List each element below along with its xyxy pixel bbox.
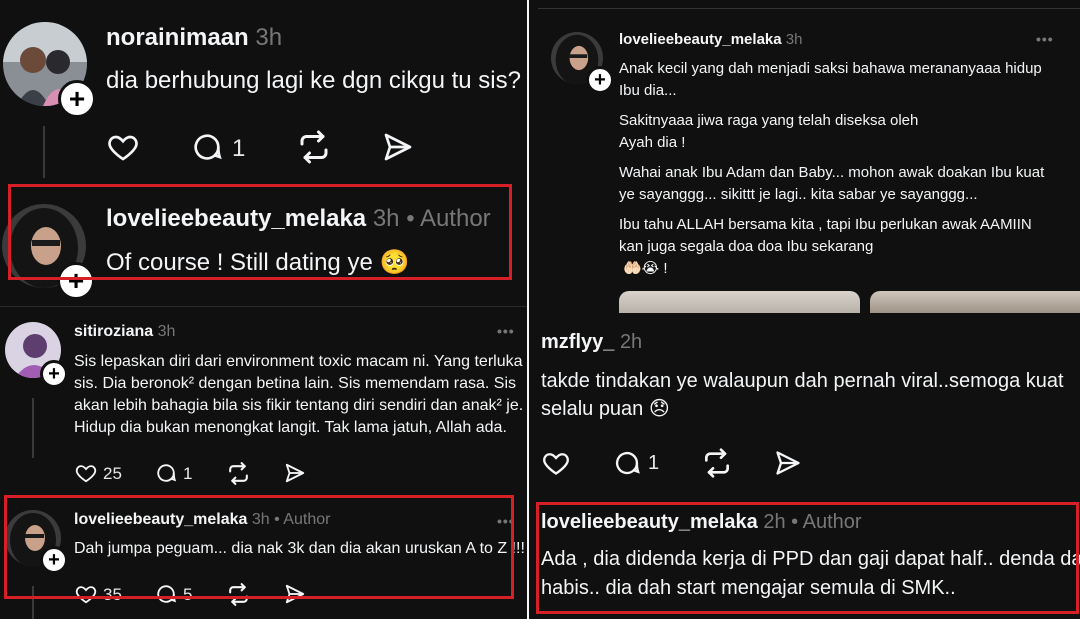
thread-line [43,126,45,178]
text-line: Ayah dia ! [619,134,686,151]
repost-icon [705,448,729,478]
text-line: kan juga segala doa doa Ibu sekarang [619,238,874,255]
text-line: Sis lepaskan diri dari environment toxic… [74,353,523,370]
share-button[interactable] [381,131,415,163]
repost-icon [229,462,248,485]
text-line: Ibu dia... [619,82,677,99]
username[interactable]: lovelieebeauty_melaka 3h [619,31,802,48]
reply-count: 1 [232,135,246,162]
follow-plus-icon[interactable]: + [58,80,96,118]
comment-icon [615,452,640,475]
timestamp: 2h [619,331,643,353]
like-button[interactable] [106,131,140,163]
heart-icon [543,453,569,475]
attached-image[interactable] [870,291,1080,313]
divider [0,306,527,307]
reply-count: 1 [648,452,660,474]
repost-button[interactable] [701,447,733,479]
heart-icon [108,135,138,161]
text-line: Ibu tahu ALLAH bersama kita , tapi Ibu p… [619,216,1032,233]
highlight-box [8,184,512,280]
text-line: selalu puan 😞 [541,398,670,420]
reply-count: 1 [183,464,193,483]
more-options-icon[interactable]: ••• [497,323,515,339]
text-line: akan lebih bahagia bila sis fikir tentan… [74,397,524,414]
timestamp: 3h [255,24,283,51]
like-button[interactable] [541,449,571,477]
text-line: 🤲🏻😭 ! [623,260,668,277]
post-text: dia berhubung lagi ke dgn cikgu tu sis? [106,67,521,94]
like-count: 25 [103,464,122,483]
left-screenshot-panel: + norainimaan 3h dia berhubung lagi ke d… [0,0,527,619]
heart-icon [75,465,97,483]
username[interactable]: sitiroziana 3h [74,323,175,341]
highlight-box [4,495,514,599]
comment-icon [194,134,222,160]
follow-plus-icon[interactable]: + [40,360,68,388]
highlight-box [536,502,1079,614]
post-text: takde tindakan ye walaupun dah pernah vi… [541,367,1064,423]
text-line: takde tindakan ye walaupun dah pernah vi… [541,370,1064,392]
timestamp: 3h [785,31,803,48]
follow-plus-icon[interactable]: + [586,66,614,94]
text-line: Sakitnyaaa jiwa raga yang telah diseksa … [619,112,919,129]
text-line: sis. Dia beronok² dengan betina lain. Si… [74,375,516,392]
comment-icon [157,464,177,482]
share-button[interactable] [283,462,307,484]
repost-button[interactable] [226,461,251,486]
reply-button[interactable] [190,131,224,163]
username[interactable]: mzflyy_ 2h [541,331,642,354]
repost-button[interactable] [296,129,332,165]
text-line: Anak kecil yang dah menjadi saksi bahawa… [619,60,1042,77]
repost-icon [300,130,328,164]
share-button[interactable] [773,449,803,477]
attached-image[interactable] [619,291,860,313]
reply-button[interactable] [154,462,178,484]
like-button[interactable] [74,462,98,484]
send-icon [776,451,800,475]
reply-button[interactable] [612,449,642,477]
right-screenshot-panel: + lovelieebeauty_melaka 3h ••• Anak keci… [529,0,1080,619]
post-text: Anak kecil yang dah menjadi saksi bahawa… [619,58,1044,280]
send-icon [384,133,412,161]
timestamp: 3h [157,323,176,340]
more-options-icon[interactable]: ••• [1036,31,1054,47]
text-line: Hidup dia bukan menongkat langit. Tak la… [74,419,507,436]
text-line: Wahai anak Ibu Adam dan Baby... mohon aw… [619,164,1045,181]
send-icon [285,463,305,483]
username[interactable]: norainimaan 3h [106,24,282,52]
post-text: Sis lepaskan diri dari environment toxic… [74,351,523,439]
top-border [538,8,1080,9]
text-line: ye sayanggg... sikittt je lagi.. kita sa… [619,186,978,203]
thread-line [32,398,34,458]
